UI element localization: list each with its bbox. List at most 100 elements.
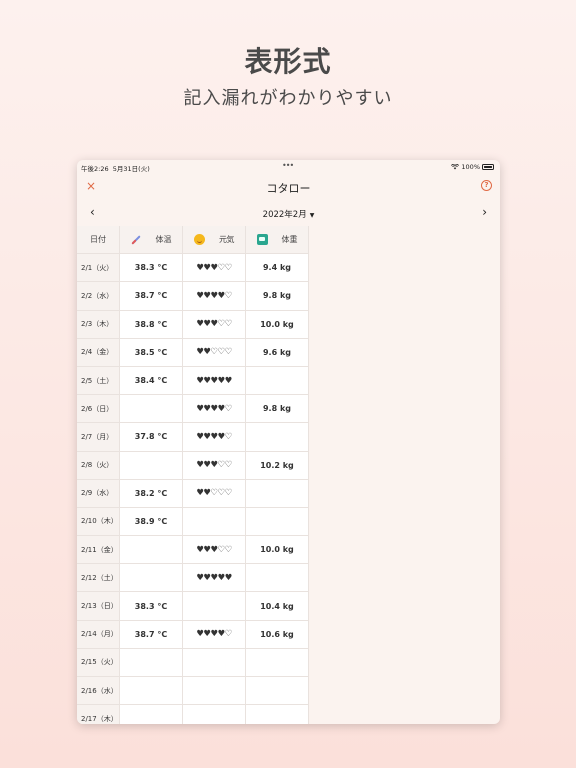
weight-cell[interactable]: 9.8 kg bbox=[246, 282, 309, 311]
temp-cell[interactable] bbox=[120, 677, 183, 706]
weight-cell[interactable]: 10.0 kg bbox=[246, 536, 309, 565]
header-temp-label: 体温 bbox=[155, 235, 172, 244]
wifi-icon bbox=[451, 164, 460, 170]
temp-cell[interactable]: 37.8 °C bbox=[120, 423, 183, 452]
mood-cell[interactable]: ♥♥♥♥♥ bbox=[183, 366, 246, 396]
weight-cell[interactable]: 10.4 kg bbox=[246, 592, 309, 621]
temp-cell[interactable] bbox=[120, 564, 183, 593]
mood-cell[interactable] bbox=[183, 677, 246, 706]
header-mood-label: 元気 bbox=[219, 235, 235, 244]
date-cell[interactable]: 2/14（月） bbox=[77, 620, 120, 649]
weight-cell[interactable]: 10.2 kg bbox=[246, 451, 309, 480]
temp-cell[interactable]: 38.5 °C bbox=[120, 338, 183, 367]
multitask-dots-icon[interactable]: ••• bbox=[282, 161, 294, 170]
mood-cell[interactable] bbox=[183, 507, 246, 537]
date-cell[interactable]: 2/4（金） bbox=[77, 338, 120, 367]
date-cell[interactable]: 2/3（木） bbox=[77, 310, 120, 339]
mood-cell[interactable]: ♥♥♥♥♡ bbox=[183, 395, 246, 424]
mood-cell[interactable] bbox=[183, 592, 246, 621]
thermometer-icon bbox=[131, 234, 142, 245]
battery-icon bbox=[482, 164, 494, 170]
date-cell[interactable]: 2/1（火） bbox=[77, 254, 120, 283]
scale-icon bbox=[256, 234, 268, 245]
table-row: 2/4（金） 38.5 °C ♥♥♡♡♡ 9.6 kg bbox=[77, 338, 309, 367]
date-cell[interactable]: 2/7（月） bbox=[77, 423, 120, 452]
table-header-row: 日付 体温 元気 体重 bbox=[77, 226, 309, 254]
weight-cell[interactable]: 9.6 kg bbox=[246, 338, 309, 367]
table-row: 2/5（土） 38.4 °C ♥♥♥♥♥ bbox=[77, 366, 309, 396]
date-cell[interactable]: 2/9（水） bbox=[77, 479, 120, 508]
weight-cell[interactable] bbox=[246, 564, 309, 593]
weight-cell[interactable] bbox=[246, 366, 309, 396]
date-cell[interactable]: 2/6（日） bbox=[77, 395, 120, 424]
date-cell[interactable]: 2/11（金） bbox=[77, 536, 120, 565]
date-cell[interactable]: 2/2（水） bbox=[77, 282, 120, 311]
weight-cell[interactable] bbox=[246, 423, 309, 452]
table-row: 2/9（水） 38.2 °C ♥♥♡♡♡ bbox=[77, 479, 309, 508]
table-row: 2/3（木） 38.8 °C ♥♥♥♡♡ 10.0 kg bbox=[77, 310, 309, 339]
temp-cell[interactable] bbox=[120, 705, 183, 724]
date-cell[interactable]: 2/5（土） bbox=[77, 366, 120, 396]
table-row: 2/14（月） 38.7 °C ♥♥♥♥♡ 10.6 kg bbox=[77, 620, 309, 649]
mood-cell[interactable]: ♥♥♥♡♡ bbox=[183, 451, 246, 480]
temp-cell[interactable]: 38.8 °C bbox=[120, 310, 183, 339]
temp-cell[interactable] bbox=[120, 536, 183, 565]
month-selector[interactable]: 2022年2月 ▼ bbox=[77, 208, 500, 220]
weight-cell[interactable]: 10.0 kg bbox=[246, 310, 309, 339]
weight-cell[interactable] bbox=[246, 677, 309, 706]
table-row: 2/2（水） 38.7 °C ♥♥♥♥♡ 9.8 kg bbox=[77, 282, 309, 311]
mood-cell[interactable] bbox=[183, 705, 246, 724]
temp-cell[interactable]: 38.7 °C bbox=[120, 620, 183, 649]
table-row: 2/7（月） 37.8 °C ♥♥♥♥♡ bbox=[77, 423, 309, 452]
mood-cell[interactable]: ♥♥♡♡♡ bbox=[183, 338, 246, 367]
mood-cell[interactable]: ♥♥♥♥♥ bbox=[183, 564, 246, 593]
mood-cell[interactable]: ♥♥♥♥♡ bbox=[183, 423, 246, 452]
month-label: 2022年2月 bbox=[262, 210, 307, 220]
date-cell[interactable]: 2/8（火） bbox=[77, 451, 120, 480]
table-row: 2/16（水） bbox=[77, 677, 309, 706]
mood-cell[interactable]: ♥♥♥♥♡ bbox=[183, 620, 246, 649]
weight-cell[interactable] bbox=[246, 507, 309, 537]
hero-title: 表形式 bbox=[244, 45, 332, 78]
table-row: 2/10（木） 38.9 °C bbox=[77, 507, 309, 537]
weight-cell[interactable] bbox=[246, 479, 309, 508]
records-table: 日付 体温 元気 体重 2/1（火） 38.3 °C ♥♥♥♡♡ 9.4 kg 2/2（… bbox=[77, 226, 309, 724]
date-cell[interactable]: 2/10（木） bbox=[77, 507, 120, 537]
month-bar: ‹ 2022年2月 ▼ › bbox=[77, 200, 500, 226]
date-cell[interactable]: 2/13（日） bbox=[77, 592, 120, 621]
table-row: 2/17（木） bbox=[77, 705, 309, 724]
temp-cell[interactable] bbox=[120, 648, 183, 677]
chevron-down-icon: ▼ bbox=[309, 212, 315, 219]
date-cell[interactable]: 2/12（土） bbox=[77, 564, 120, 593]
mood-cell[interactable]: ♥♥♡♡♡ bbox=[183, 479, 246, 508]
weight-cell[interactable]: 10.6 kg bbox=[246, 620, 309, 649]
date-cell[interactable]: 2/17（木） bbox=[77, 705, 120, 724]
hero-subtitle: 記入漏れがわかりやすい bbox=[183, 88, 393, 109]
temp-cell[interactable] bbox=[120, 451, 183, 480]
date-cell[interactable]: 2/15（火） bbox=[77, 648, 120, 677]
help-button[interactable]: ? bbox=[481, 180, 492, 191]
table-row: 2/12（土） ♥♥♥♥♥ bbox=[77, 564, 309, 593]
mood-cell[interactable]: ♥♥♥♥♡ bbox=[183, 282, 246, 311]
smile-icon bbox=[194, 234, 205, 245]
mood-cell[interactable]: ♥♥♥♡♡ bbox=[183, 536, 246, 565]
temp-cell[interactable]: 38.7 °C bbox=[120, 282, 183, 311]
weight-cell[interactable]: 9.8 kg bbox=[246, 395, 309, 424]
temp-cell[interactable]: 38.9 °C bbox=[120, 507, 183, 537]
header-weight: 体重 bbox=[246, 226, 309, 254]
weight-cell[interactable] bbox=[246, 705, 309, 724]
temp-cell[interactable]: 38.3 °C bbox=[120, 592, 183, 621]
status-right: 100% bbox=[451, 163, 494, 171]
temp-cell[interactable]: 38.2 °C bbox=[120, 479, 183, 508]
mood-cell[interactable]: ♥♥♥♡♡ bbox=[183, 310, 246, 339]
temp-cell[interactable]: 38.4 °C bbox=[120, 366, 183, 396]
temp-cell[interactable] bbox=[120, 395, 183, 424]
mood-cell[interactable]: ♥♥♥♡♡ bbox=[183, 254, 246, 283]
date-cell[interactable]: 2/16（水） bbox=[77, 677, 120, 706]
mood-cell[interactable] bbox=[183, 648, 246, 677]
weight-cell[interactable] bbox=[246, 648, 309, 677]
next-month-button[interactable]: › bbox=[482, 205, 487, 219]
weight-cell[interactable]: 9.4 kg bbox=[246, 254, 309, 283]
temp-cell[interactable]: 38.3 °C bbox=[120, 254, 183, 283]
header-temp: 体温 bbox=[120, 226, 183, 254]
